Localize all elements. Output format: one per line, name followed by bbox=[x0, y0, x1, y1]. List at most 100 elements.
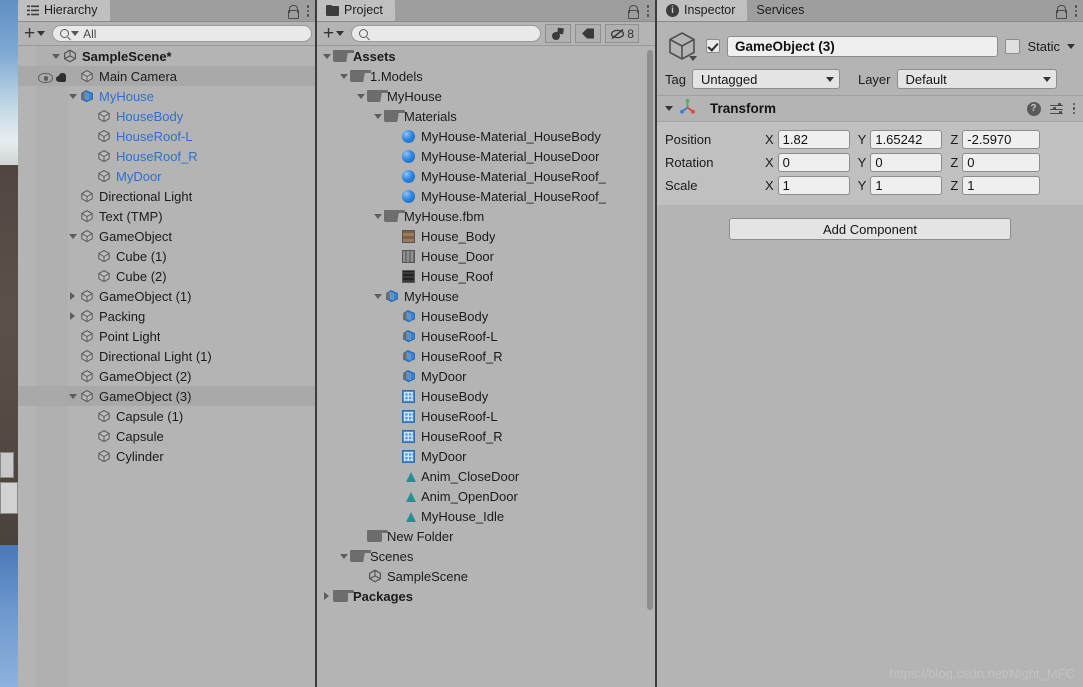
foldout-expanded-icon[interactable] bbox=[338, 73, 349, 79]
tree-row[interactable]: Cube (2) bbox=[18, 266, 315, 286]
project-add-button[interactable]: + bbox=[320, 24, 347, 43]
static-checkbox[interactable] bbox=[1005, 38, 1021, 54]
hierarchy-add-button[interactable]: + bbox=[21, 24, 48, 43]
hidden-assets-button[interactable]: 8 bbox=[605, 24, 640, 43]
foldout-expanded-icon[interactable] bbox=[338, 553, 349, 559]
tree-row[interactable]: Packages bbox=[317, 586, 655, 606]
scene-view-sliver[interactable] bbox=[0, 0, 18, 687]
tree-row[interactable]: MyHouse bbox=[317, 286, 655, 306]
tree-row[interactable]: Capsule (1) bbox=[18, 406, 315, 426]
foldout-expanded-icon[interactable] bbox=[372, 113, 383, 119]
search-dropdown-icon[interactable] bbox=[71, 31, 80, 36]
tree-row[interactable]: HouseRoof_R bbox=[18, 146, 315, 166]
tree-row[interactable]: Anim_CloseDoor bbox=[317, 466, 655, 486]
tree-row[interactable]: GameObject bbox=[18, 226, 315, 246]
tree-row[interactable]: MyHouse.fbm bbox=[317, 206, 655, 226]
rotation-x-field[interactable]: 0 bbox=[777, 153, 850, 172]
transform-menu-icon[interactable] bbox=[1072, 102, 1075, 115]
hierarchy-tree[interactable]: SampleScene* Main Camera MyHouse HouseBody H… bbox=[18, 46, 315, 687]
tree-row[interactable]: Cylinder bbox=[18, 446, 315, 466]
scale-z-field[interactable]: 1 bbox=[962, 176, 1041, 195]
eye-icon[interactable] bbox=[38, 73, 53, 83]
tree-row[interactable]: HouseRoof_R bbox=[317, 346, 655, 366]
tree-row[interactable]: HouseBody bbox=[317, 306, 655, 326]
foldout-expanded-icon[interactable] bbox=[50, 53, 61, 59]
preset-sliders-icon[interactable] bbox=[1049, 102, 1064, 115]
tab-inspector[interactable]: i Inspector bbox=[657, 0, 748, 21]
tree-row[interactable]: HouseRoof-L bbox=[317, 326, 655, 346]
tree-row[interactable]: Anim_OpenDoor bbox=[317, 486, 655, 506]
foldout-expanded-icon[interactable] bbox=[67, 93, 78, 99]
gameobject-name-field[interactable]: GameObject (3) bbox=[727, 35, 999, 57]
tree-row[interactable]: MyDoor bbox=[317, 366, 655, 386]
tree-row[interactable]: New Folder bbox=[317, 526, 655, 546]
hierarchy-menu-icon[interactable] bbox=[306, 5, 309, 17]
tree-row[interactable]: MyHouse-Material_HouseRoof_ bbox=[317, 166, 655, 186]
hierarchy-row-visibility-controls[interactable] bbox=[38, 68, 82, 88]
tree-row[interactable]: House_Door bbox=[317, 246, 655, 266]
position-y-field[interactable]: 1.65242 bbox=[870, 130, 943, 149]
tree-row[interactable]: MyHouse bbox=[18, 86, 315, 106]
tab-hierarchy[interactable]: Hierarchy bbox=[18, 0, 110, 21]
tree-row[interactable]: Materials bbox=[317, 106, 655, 126]
tree-row[interactable]: House_Body bbox=[317, 226, 655, 246]
project-menu-icon[interactable] bbox=[646, 5, 649, 17]
filter-by-label-button[interactable] bbox=[575, 24, 602, 43]
inspector-menu-icon[interactable] bbox=[1074, 5, 1077, 17]
hierarchy-search-input[interactable]: All bbox=[52, 25, 312, 42]
tree-row[interactable]: House_Roof bbox=[317, 266, 655, 286]
project-search-input[interactable] bbox=[351, 25, 542, 42]
tree-row[interactable]: Packing bbox=[18, 306, 315, 326]
tree-row[interactable]: HouseBody bbox=[317, 386, 655, 406]
foldout-expanded-icon[interactable] bbox=[355, 93, 366, 99]
lock-icon[interactable] bbox=[1055, 5, 1067, 19]
tree-row[interactable]: HouseRoof_R bbox=[317, 426, 655, 446]
foldout-collapsed-icon[interactable] bbox=[321, 592, 332, 600]
tab-services[interactable]: Services bbox=[747, 0, 817, 21]
foldout-collapsed-icon[interactable] bbox=[67, 312, 78, 320]
transform-component-header[interactable]: Transform ? bbox=[657, 96, 1083, 122]
scale-y-field[interactable]: 1 bbox=[870, 176, 943, 195]
add-component-button[interactable]: Add Component bbox=[729, 218, 1011, 240]
tag-dropdown[interactable]: Untagged bbox=[691, 69, 840, 89]
foldout-expanded-icon[interactable] bbox=[372, 213, 383, 219]
tree-row[interactable]: MyHouse_Idle bbox=[317, 506, 655, 526]
position-x-field[interactable]: 1.82 bbox=[777, 130, 850, 149]
tree-row[interactable]: GameObject (1) bbox=[18, 286, 315, 306]
foldout-expanded-icon[interactable] bbox=[67, 233, 78, 239]
tree-row[interactable]: MyHouse-Material_HouseRoof_ bbox=[317, 186, 655, 206]
chevron-down-icon[interactable] bbox=[689, 56, 697, 61]
tree-row[interactable]: GameObject (3) bbox=[18, 386, 315, 406]
tree-row[interactable]: Directional Light (1) bbox=[18, 346, 315, 366]
foldout-expanded-icon[interactable] bbox=[67, 393, 78, 399]
tree-row[interactable]: Text (TMP) bbox=[18, 206, 315, 226]
foldout-collapsed-icon[interactable] bbox=[67, 292, 78, 300]
tree-row[interactable]: SampleScene* bbox=[18, 46, 315, 66]
tree-row[interactable]: 1.Models bbox=[317, 66, 655, 86]
tree-row[interactable]: HouseBody bbox=[18, 106, 315, 126]
project-tree[interactable]: Assets 1.Models MyHouse Materials MyHouse-Ma… bbox=[317, 46, 655, 687]
tree-row[interactable]: MyDoor bbox=[18, 166, 315, 186]
tree-row[interactable]: MyHouse-Material_HouseDoor bbox=[317, 146, 655, 166]
tree-row[interactable]: MyDoor bbox=[317, 446, 655, 466]
tree-row[interactable]: MyHouse-Material_HouseBody bbox=[317, 126, 655, 146]
static-dropdown-icon[interactable] bbox=[1067, 43, 1075, 49]
tree-row[interactable]: Assets bbox=[317, 46, 655, 66]
lock-icon[interactable] bbox=[627, 5, 639, 19]
tree-row[interactable]: Cube (1) bbox=[18, 246, 315, 266]
position-z-field[interactable]: -2.5970 bbox=[962, 130, 1041, 149]
tree-row[interactable]: MyHouse bbox=[317, 86, 655, 106]
hand-pick-icon[interactable] bbox=[56, 72, 69, 85]
lock-icon[interactable] bbox=[287, 5, 299, 19]
tree-row[interactable]: HouseRoof-L bbox=[18, 126, 315, 146]
gameobject-enabled-checkbox[interactable] bbox=[706, 39, 720, 53]
tree-row[interactable]: HouseRoof-L bbox=[317, 406, 655, 426]
filter-by-type-button[interactable] bbox=[545, 24, 572, 43]
tree-row[interactable]: GameObject (2) bbox=[18, 366, 315, 386]
foldout-expanded-icon[interactable] bbox=[372, 293, 383, 299]
transform-foldout-icon[interactable] bbox=[665, 106, 673, 111]
help-icon[interactable]: ? bbox=[1026, 101, 1041, 116]
rotation-y-field[interactable]: 0 bbox=[870, 153, 943, 172]
project-scrollbar[interactable] bbox=[647, 50, 653, 610]
tree-row[interactable]: Capsule bbox=[18, 426, 315, 446]
